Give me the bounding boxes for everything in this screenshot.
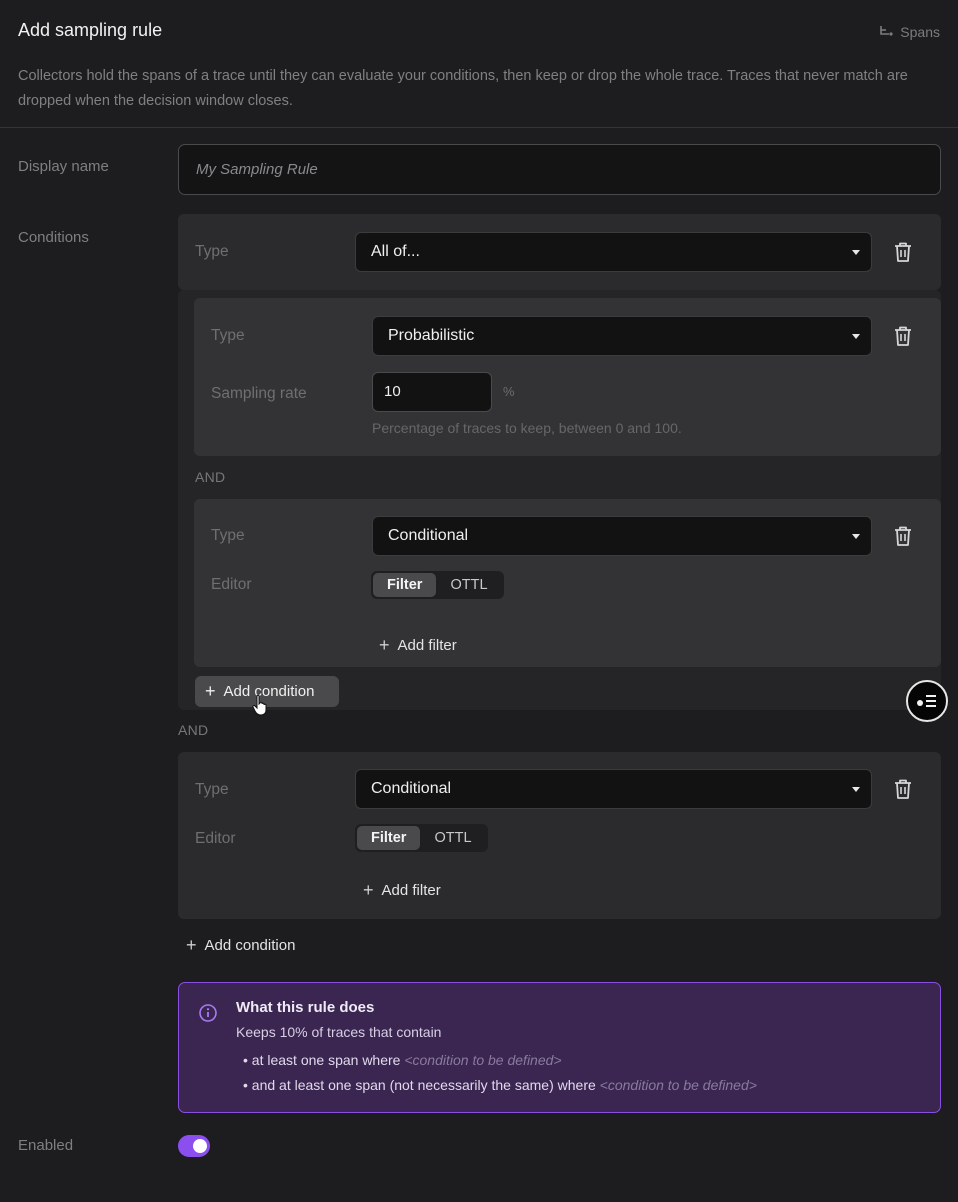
second-add-filter-label: Add filter <box>381 882 441 899</box>
trash-icon[interactable] <box>892 324 914 348</box>
summary-title: What this rule does <box>236 999 375 1016</box>
conditional-type-value: Conditional <box>388 527 469 544</box>
conditional-type-select[interactable]: Conditional <box>372 516 872 556</box>
plus-icon: + <box>363 880 374 900</box>
second-add-filter-button[interactable]: + Add filter <box>363 880 441 901</box>
spans-icon <box>880 26 893 36</box>
summary-item-1-placeholder: <condition to be defined> <box>404 1052 562 1068</box>
conditional-condition-panel: Type Conditional Editor Filter OTTL + Ad… <box>194 499 941 667</box>
trash-icon[interactable] <box>892 524 914 548</box>
plus-icon: + <box>186 935 197 955</box>
editor-toggle: Filter OTTL <box>371 571 504 599</box>
root-type-value: All of... <box>371 243 420 260</box>
pointer-cursor-icon <box>252 694 267 716</box>
root-type-select[interactable]: All of... <box>355 232 872 272</box>
second-editor-filter-option[interactable]: Filter <box>357 826 421 850</box>
editor-filter-option[interactable]: Filter <box>373 573 437 597</box>
second-type-value: Conditional <box>371 780 452 797</box>
dialog-header: Add sampling rule Spans Collectors hold … <box>0 0 958 128</box>
chevron-down-icon <box>852 334 860 339</box>
root-type-label: Type <box>195 243 229 260</box>
dialog-title: Add sampling rule <box>18 20 163 40</box>
spans-link-label: Spans <box>900 24 940 40</box>
add-filter-label: Add filter <box>397 637 457 654</box>
info-icon <box>199 1004 217 1022</box>
second-type-select[interactable]: Conditional <box>355 769 872 809</box>
plus-icon: + <box>379 635 390 655</box>
rule-summary-box: What this rule does Keeps 10% of traces … <box>178 982 941 1113</box>
editor-label: Editor <box>211 576 252 593</box>
percent-unit: % <box>503 384 515 399</box>
dialog-description: Collectors hold the spans of a trace unt… <box>18 68 908 109</box>
sampling-rate-input[interactable]: 10 <box>372 372 492 412</box>
summary-item-1-text: at least one span where <box>251 1052 401 1068</box>
second-type-label: Type <box>195 781 229 798</box>
conditions-label: Conditions <box>18 229 89 246</box>
conditional-type-label: Type <box>211 527 245 544</box>
sampling-rate-hint: Percentage of traces to keep, between 0 … <box>372 420 682 436</box>
second-editor-label: Editor <box>195 830 236 847</box>
nested-group: Type Probabilistic Sampling rate AND Typ… <box>178 290 941 710</box>
chevron-down-icon <box>852 534 860 539</box>
add-filter-button[interactable]: + Add filter <box>379 635 457 656</box>
plus-icon: + <box>205 681 216 701</box>
summary-item-1: • at least one span where <condition to … <box>243 1052 562 1068</box>
toggle-knob <box>193 1139 207 1153</box>
filter-list-fab[interactable] <box>906 680 948 722</box>
summary-item-2: • and at least one span (not necessarily… <box>243 1077 757 1093</box>
sampling-rate-label: Sampling rate <box>211 385 307 402</box>
second-editor-ottl-option[interactable]: OTTL <box>420 826 485 850</box>
trash-icon[interactable] <box>892 240 914 264</box>
summary-item-2-placeholder: <condition to be defined> <box>599 1077 757 1093</box>
second-editor-toggle: Filter OTTL <box>355 824 488 852</box>
probabilistic-type-select[interactable]: Probabilistic <box>372 316 872 356</box>
probabilistic-type-value: Probabilistic <box>388 327 475 344</box>
spans-link[interactable]: Spans <box>878 24 940 40</box>
chevron-down-icon <box>852 787 860 792</box>
outer-and-label: AND <box>178 722 209 738</box>
editor-ottl-option[interactable]: OTTL <box>436 573 501 597</box>
second-conditional-panel: Type Conditional Editor Filter OTTL + Ad… <box>178 752 941 919</box>
add-condition-label: Add condition <box>204 937 296 954</box>
and-label: AND <box>195 469 226 485</box>
chevron-down-icon <box>852 250 860 255</box>
root-condition-panel: Type All of... <box>178 214 941 290</box>
display-name-label: Display name <box>18 158 109 175</box>
enabled-toggle[interactable] <box>178 1135 210 1157</box>
enabled-label: Enabled <box>18 1137 74 1154</box>
filter-list-icon <box>917 695 936 707</box>
add-condition-button[interactable]: + Add condition <box>186 935 295 956</box>
trash-icon[interactable] <box>892 777 914 801</box>
display-name-input[interactable]: My Sampling Rule <box>178 144 941 195</box>
probabilistic-type-label: Type <box>211 327 245 344</box>
summary-subtitle: Keeps 10% of traces that contain <box>236 1024 442 1040</box>
summary-item-2-text: and at least one span (not necessarily t… <box>251 1077 596 1093</box>
